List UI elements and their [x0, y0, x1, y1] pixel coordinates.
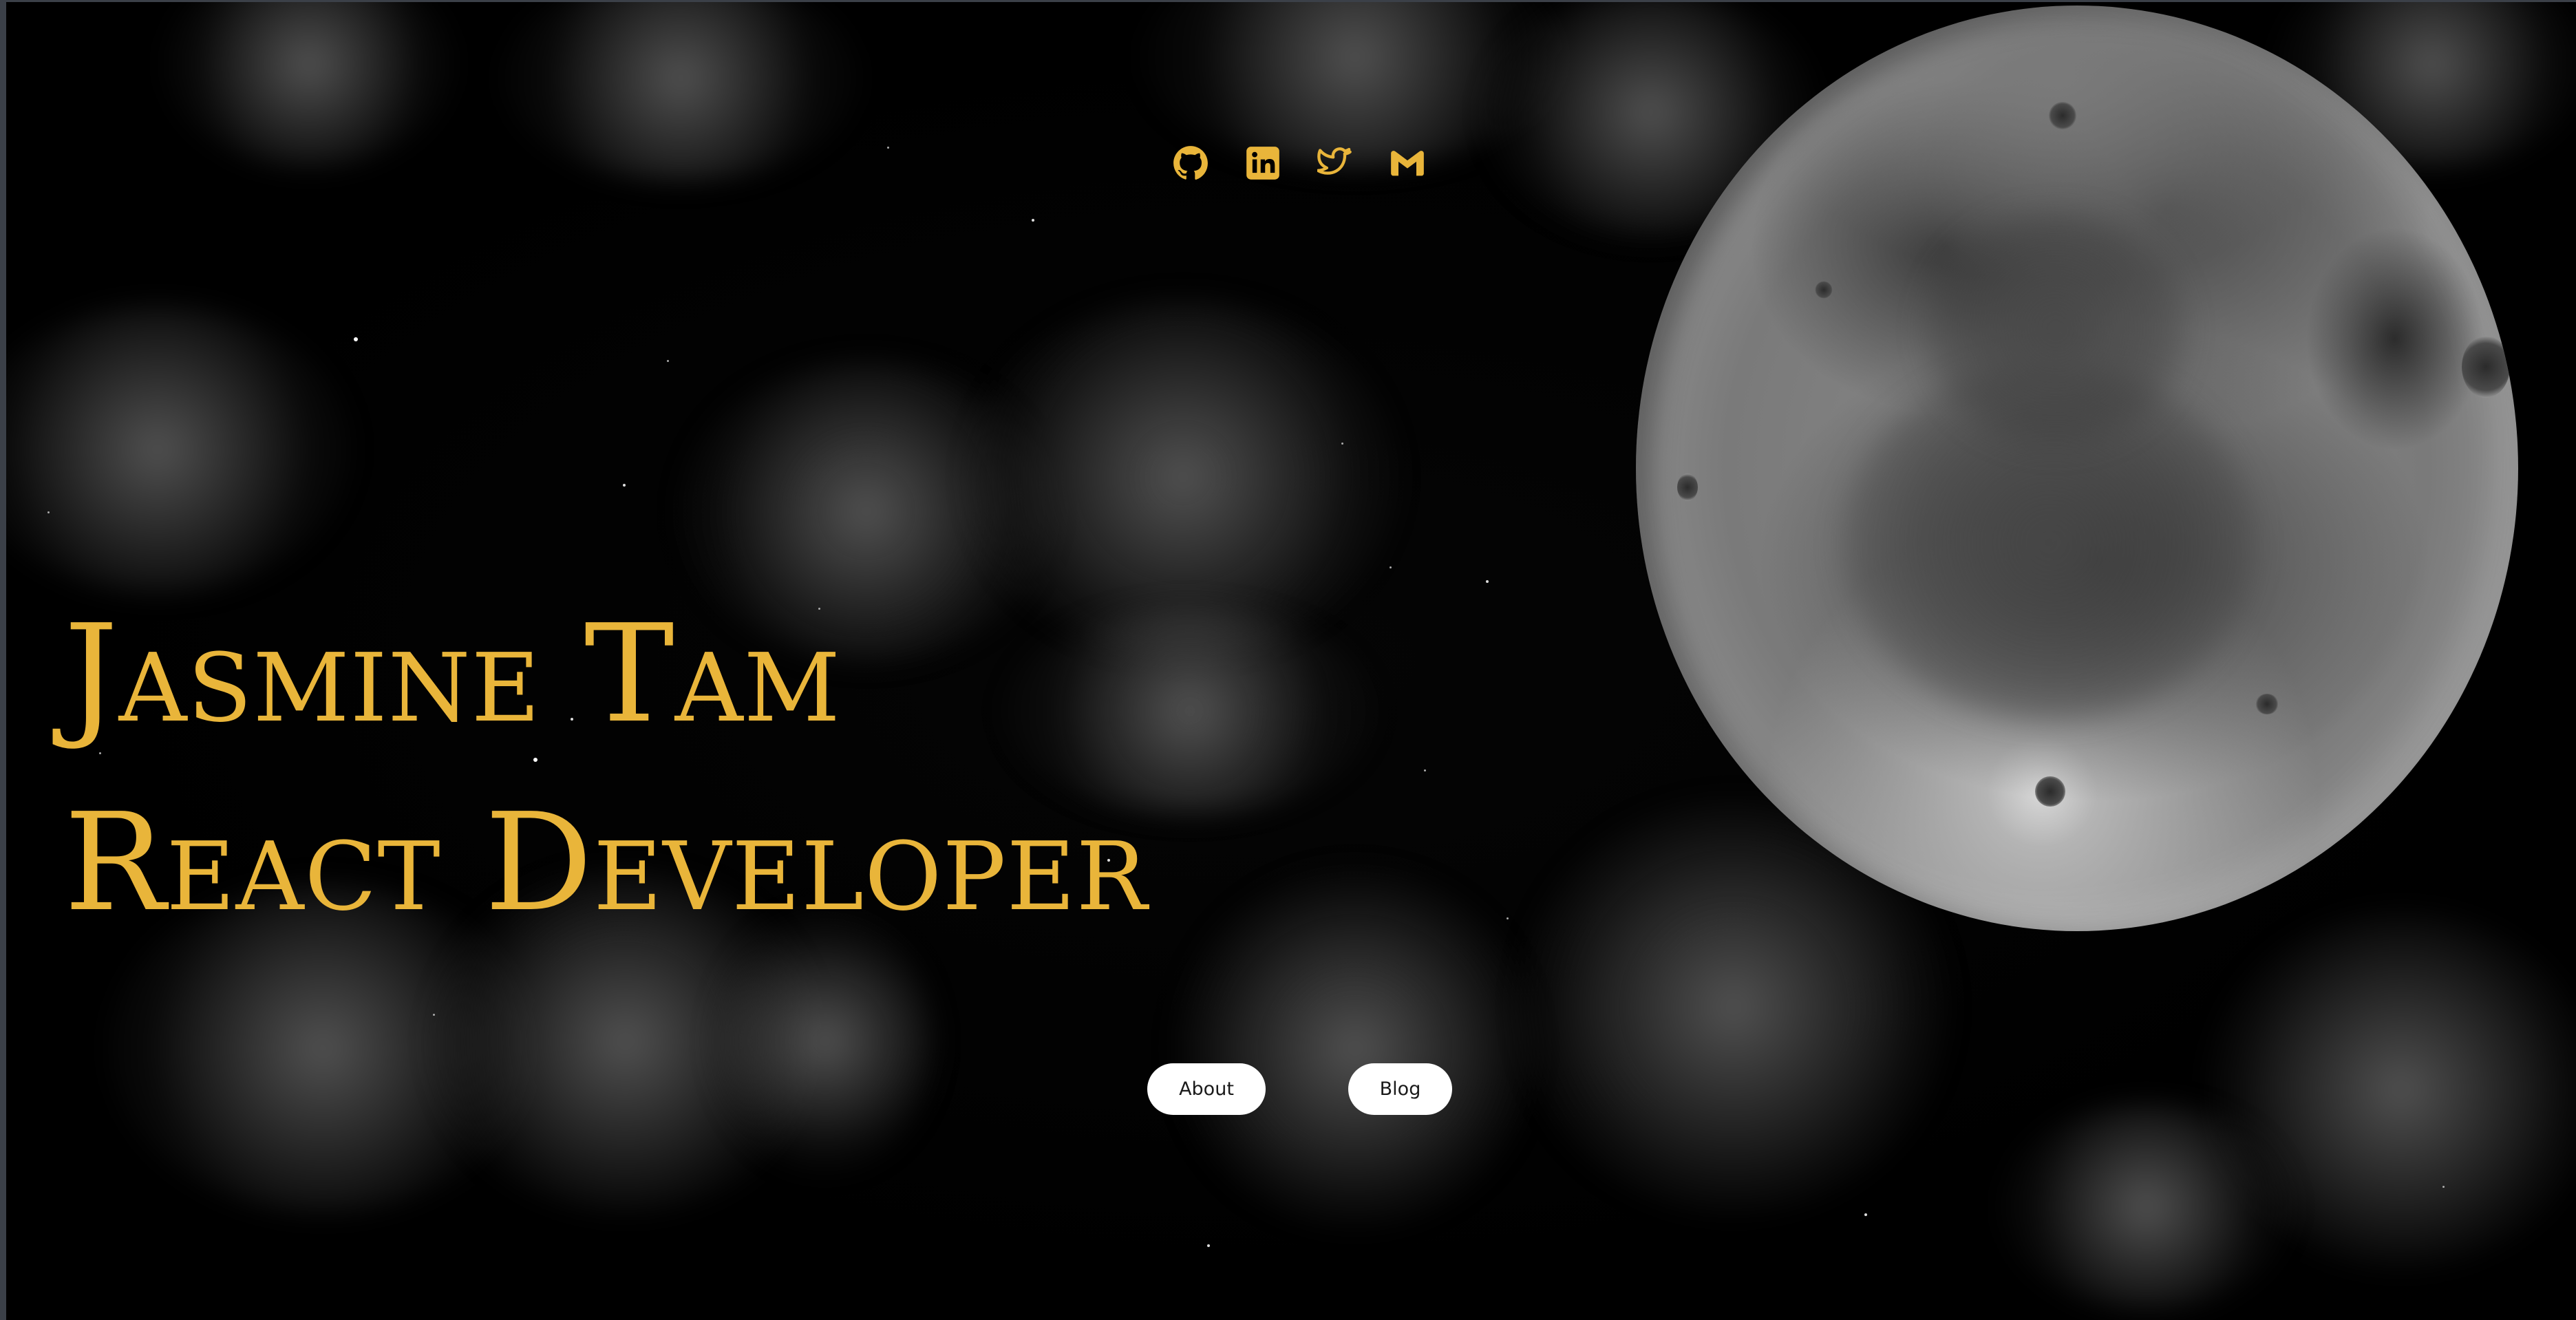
about-button[interactable]: About [1147, 1063, 1266, 1115]
hero-name: Jasmine Tam [64, 596, 841, 753]
twitter-icon [1317, 147, 1352, 175]
twitter-link[interactable] [1317, 145, 1353, 181]
linkedin-link[interactable] [1245, 145, 1281, 181]
social-links [1173, 145, 1462, 181]
gmail-icon [1391, 151, 1424, 176]
moon-image [1636, 6, 2518, 931]
gmail-link[interactable] [1390, 145, 1425, 181]
github-link[interactable] [1173, 145, 1209, 181]
hero-role: React Developer [64, 785, 1148, 941]
blog-button[interactable]: Blog [1348, 1063, 1452, 1115]
landing-page: Jasmine Tam React Developer About Blog [0, 0, 2576, 1320]
hero-title: Jasmine Tam React Developer [64, 580, 1148, 957]
github-icon [1173, 146, 1208, 180]
linkedin-icon [1246, 147, 1279, 180]
